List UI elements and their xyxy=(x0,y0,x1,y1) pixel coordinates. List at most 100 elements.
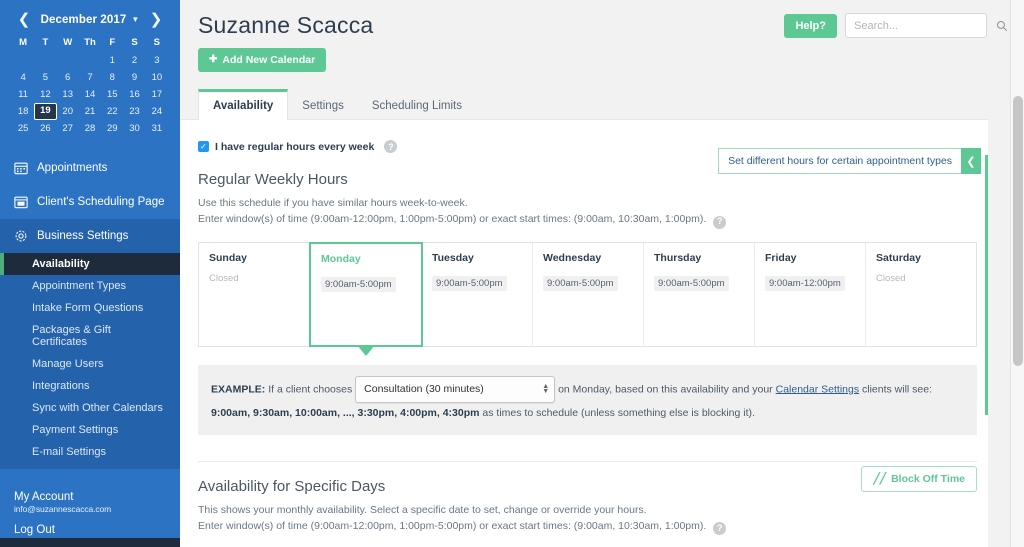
day-column-friday[interactable]: Friday 9:00am-12:00pm xyxy=(755,242,866,346)
weekly-hours-table-wrap: Sunday Closed Monday 9:00am-5:00pm Tuesday 9:… xyxy=(198,241,977,356)
mini-calendar-day[interactable]: 22 xyxy=(101,103,123,120)
calendar-settings-link[interactable]: Calendar Settings xyxy=(776,383,859,395)
mini-calendar-day-today[interactable]: 19 xyxy=(34,103,57,120)
mini-calendar-day[interactable]: 26 xyxy=(34,120,56,137)
mini-calendar-day[interactable]: 21 xyxy=(79,103,101,120)
search-icon[interactable] xyxy=(996,20,1008,32)
block-off-time-button[interactable]: ╱╱ Block Off Time xyxy=(861,465,977,492)
search-box[interactable] xyxy=(845,13,1008,38)
set-different-hours-control[interactable]: Set different hours for certain appointm… xyxy=(718,148,981,174)
selected-day-pointer xyxy=(357,344,375,356)
logout-link[interactable]: Log Out xyxy=(14,524,166,536)
question-mark-icon[interactable]: ? xyxy=(713,522,727,536)
mini-calendar-day[interactable]: 12 xyxy=(34,86,56,103)
alt-hours-drawer-rail[interactable] xyxy=(985,155,988,415)
example-prefix: EXAMPLE: xyxy=(211,383,266,396)
sidebar-subitem-manage-users[interactable]: Manage Users xyxy=(0,353,180,375)
sidebar-item-client-s-scheduling-page[interactable]: Client's Scheduling Page xyxy=(0,185,180,219)
question-mark-icon[interactable]: ? xyxy=(713,215,727,229)
mini-calendar-day[interactable]: 27 xyxy=(57,120,79,137)
mini-calendar-day[interactable]: 8 xyxy=(101,69,123,86)
day-hours-chip[interactable]: 9:00am-5:00pm xyxy=(432,275,507,291)
appointment-type-select[interactable]: Consultation (30 minutes) ▲ ▼ xyxy=(355,375,556,403)
chevron-left-icon[interactable]: ❮ xyxy=(16,12,32,27)
mini-calendar-day[interactable]: 9 xyxy=(123,69,145,86)
mini-calendar-day[interactable]: 3 xyxy=(146,52,168,69)
question-mark-icon[interactable]: ? xyxy=(384,140,398,153)
regular-hours-checkbox[interactable]: ✓ xyxy=(198,141,209,152)
page-scrollbar-thumb[interactable] xyxy=(1013,96,1023,366)
day-hours-chip[interactable]: 9:00am-12:00pm xyxy=(765,275,845,291)
day-column-wednesday[interactable]: Wednesday 9:00am-5:00pm xyxy=(533,242,644,346)
set-different-hours-label[interactable]: Set different hours for certain appointm… xyxy=(718,148,961,174)
chevron-right-icon[interactable]: ❯ xyxy=(148,12,164,27)
day-closed-label[interactable]: Closed xyxy=(209,273,299,284)
mini-calendar-day[interactable]: 1 xyxy=(101,52,123,69)
chevron-down-icon: ▼ xyxy=(131,15,140,24)
example-box: EXAMPLE: If a client chooses Consultatio… xyxy=(198,364,977,435)
sidebar-subnav: Availability Appointment Types Intake Form… xyxy=(0,253,180,469)
mini-calendar-day[interactable]: 11 xyxy=(12,86,34,103)
mini-calendar-day[interactable]: 25 xyxy=(12,120,34,137)
page-scrollbar[interactable] xyxy=(1010,0,1024,547)
mini-calendar-day[interactable]: 2 xyxy=(123,52,145,69)
add-new-calendar-button[interactable]: ✚ Add New Calendar xyxy=(198,48,327,72)
mini-calendar-month[interactable]: December 2017 ▼ xyxy=(41,14,140,26)
day-column-thursday[interactable]: Thursday 9:00am-5:00pm xyxy=(644,242,755,346)
sidebar-subitem-intake-form-questions[interactable]: Intake Form Questions xyxy=(0,297,180,319)
day-column-monday[interactable]: Monday 9:00am-5:00pm xyxy=(309,241,423,356)
sidebar-subitem-sync-with-other-calendars[interactable]: Sync with Other Calendars xyxy=(0,397,180,419)
mini-calendar-dow: S xyxy=(153,37,161,48)
mini-calendar-day[interactable]: 18 xyxy=(12,103,34,120)
sidebar-item-label: Appointments xyxy=(37,162,108,174)
mini-calendar-day[interactable]: 24 xyxy=(146,103,168,120)
mini-calendar-day[interactable]: 29 xyxy=(101,120,123,137)
mini-calendar-day[interactable]: 7 xyxy=(79,69,101,86)
mini-calendar-day[interactable]: 10 xyxy=(146,69,168,86)
mini-calendar-day[interactable]: 5 xyxy=(34,69,56,86)
example-text-after-link: clients will see: xyxy=(862,383,933,396)
day-hours-chip[interactable]: 9:00am-5:00pm xyxy=(654,275,729,291)
help-button[interactable]: Help? xyxy=(784,13,837,38)
mini-calendar-day[interactable]: 14 xyxy=(79,86,101,103)
mini-calendar-day[interactable]: 4 xyxy=(12,69,34,86)
day-column-sunday[interactable]: Sunday Closed xyxy=(199,242,310,346)
search-input[interactable] xyxy=(854,19,996,32)
mini-calendar-day[interactable]: 13 xyxy=(57,86,79,103)
mini-calendar-day[interactable]: 31 xyxy=(146,120,168,137)
mini-calendar-day[interactable]: 30 xyxy=(123,120,145,137)
sidebar-subitem-appointment-types[interactable]: Appointment Types xyxy=(0,275,180,297)
day-hours-chip[interactable]: 9:00am-5:00pm xyxy=(321,276,396,292)
my-account-link[interactable]: My Account xyxy=(14,491,166,503)
regular-hours-desc-line-2-wrap: Enter window(s) of time (9:00am-12:00pm,… xyxy=(198,211,977,229)
account-block: My Account info@suzannescacca.com Log Ou… xyxy=(0,469,180,544)
mini-calendar-day[interactable]: 17 xyxy=(146,86,168,103)
day-closed-label[interactable]: Closed xyxy=(876,273,966,284)
sidebar-subitem-payment-settings[interactable]: Payment Settings xyxy=(0,419,180,441)
tab-availability[interactable]: Availability xyxy=(198,89,289,120)
top-right-controls: Help? xyxy=(784,13,1008,38)
day-column-saturday[interactable]: Saturday Closed xyxy=(866,243,976,346)
example-times: 9:00am, 9:30am, 10:00am, ..., 3:30pm, 4:… xyxy=(211,406,480,419)
day-hours-chip[interactable]: 9:00am-5:00pm xyxy=(543,275,618,291)
mini-calendar-day[interactable]: 15 xyxy=(101,86,123,103)
sidebar-subitem-availability[interactable]: Availability xyxy=(0,253,180,275)
tab-settings[interactable]: Settings xyxy=(288,89,358,120)
sidebar-subitem-packages-gift-certificates[interactable]: Packages & Gift Certificates xyxy=(0,319,180,353)
tab-scheduling-limits[interactable]: Scheduling Limits xyxy=(358,89,476,120)
mini-calendar-day[interactable]: 20 xyxy=(57,103,79,120)
sidebar-item-appointments[interactable]: Appointments xyxy=(0,151,180,185)
inner-scroll-track[interactable] xyxy=(988,118,995,547)
sidebar-item-business-settings[interactable]: Business Settings xyxy=(0,219,180,253)
mini-calendar-day[interactable]: 6 xyxy=(57,69,79,86)
sidebar-subitem-e-mail-settings[interactable]: E-mail Settings xyxy=(0,441,180,463)
day-column-tuesday[interactable]: Tuesday 9:00am-5:00pm xyxy=(422,242,533,346)
mini-calendar-day[interactable]: 28 xyxy=(79,120,101,137)
mini-calendar-day[interactable]: 16 xyxy=(123,86,145,103)
mini-calendar-dow: S xyxy=(131,37,138,48)
mini-calendar-day[interactable]: 23 xyxy=(123,103,145,120)
chevron-left-icon[interactable]: ❮ xyxy=(961,148,981,174)
add-new-calendar-label: Add New Calendar xyxy=(222,54,316,66)
sidebar-subitem-integrations[interactable]: Integrations xyxy=(0,375,180,397)
specific-days-desc-line-1: This shows your monthly availability. Se… xyxy=(198,503,647,516)
